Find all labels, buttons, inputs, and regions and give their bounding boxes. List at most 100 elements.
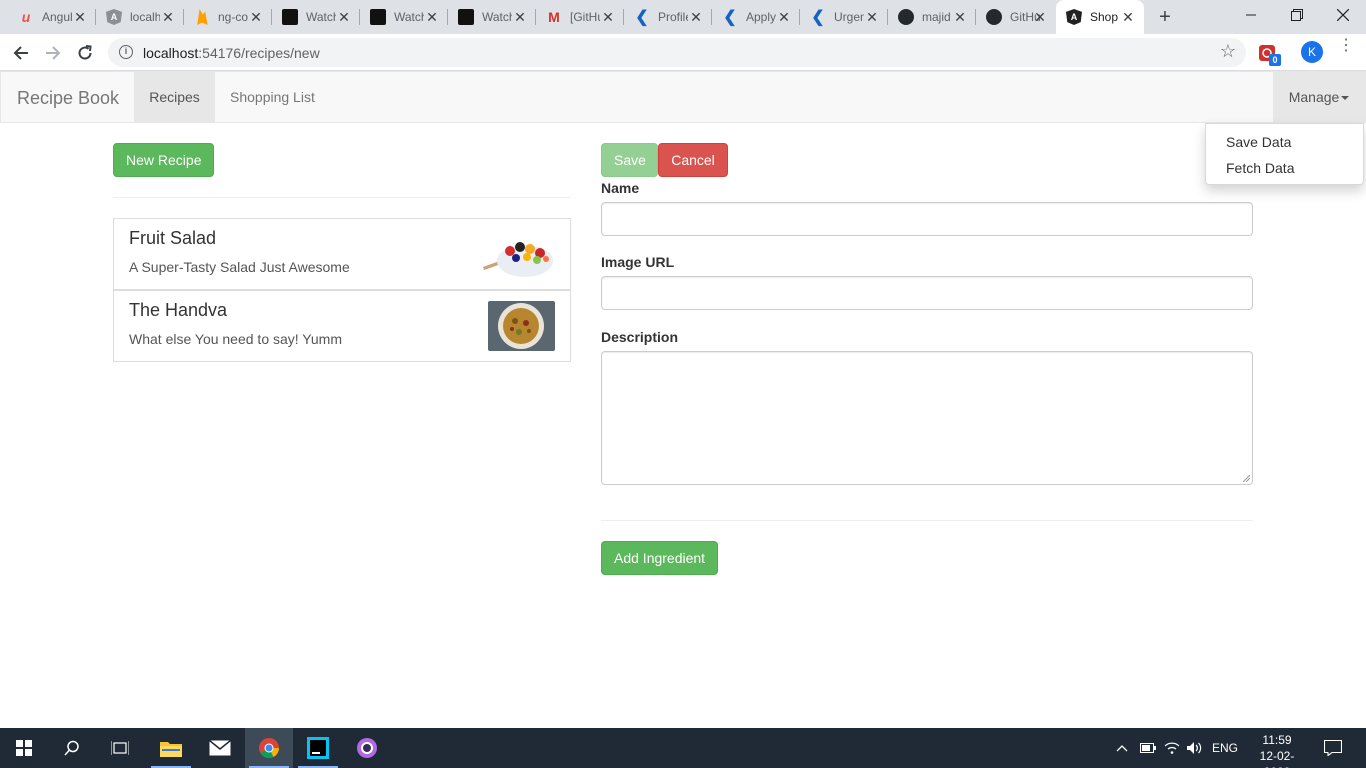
battery-icon <box>1140 743 1156 753</box>
resize-handle-icon[interactable] <box>1242 474 1250 482</box>
image-url-input[interactable] <box>601 276 1253 310</box>
start-button[interactable] <box>0 728 48 768</box>
browser-tab[interactable]: u Angular ✕ <box>8 0 96 34</box>
browser-tab[interactable]: majid ✕ <box>888 0 976 34</box>
recipe-name: Fruit Salad <box>129 228 217 248</box>
browser-tab[interactable]: ng-course ✕ <box>184 0 272 34</box>
star-icon[interactable]: ☆ <box>1220 41 1236 62</box>
firebase-icon <box>197 9 208 25</box>
url-text[interactable]: localhost:54176/recipes/new <box>143 45 320 61</box>
wifi-icon <box>1164 742 1180 754</box>
clock-date: 12-02-2020 <box>1259 749 1295 768</box>
reload-button[interactable] <box>72 40 98 66</box>
close-icon[interactable]: ✕ <box>72 9 88 25</box>
chrome-button[interactable] <box>245 728 293 768</box>
minimize-icon <box>1246 14 1256 16</box>
info-icon[interactable]: i <box>119 45 133 59</box>
close-icon[interactable]: ✕ <box>600 9 616 25</box>
recipe-item[interactable]: The Handva What else You need to say! Yu… <box>113 290 571 362</box>
app-icon <box>357 738 377 758</box>
tab-title: majid <box>922 10 951 24</box>
github-icon <box>986 9 1002 25</box>
webstorm-button[interactable] <box>294 728 342 768</box>
windows-icon <box>16 740 32 756</box>
close-icon[interactable]: ✕ <box>1120 9 1136 25</box>
language-indicator[interactable]: ENG <box>1212 728 1238 768</box>
restore-button[interactable] <box>1274 0 1320 30</box>
search-button[interactable] <box>48 728 96 768</box>
tab-title: ng-course <box>218 10 248 24</box>
close-icon[interactable]: ✕ <box>512 9 528 25</box>
close-icon[interactable]: ✕ <box>336 9 352 25</box>
close-icon[interactable]: ✕ <box>160 9 176 25</box>
cancel-button[interactable]: Cancel <box>658 143 728 177</box>
nav-shopping-list[interactable]: Shopping List <box>215 72 330 122</box>
close-icon[interactable]: ✕ <box>864 9 880 25</box>
network-indicator[interactable] <box>1164 728 1180 768</box>
app-button[interactable] <box>343 728 391 768</box>
name-input[interactable] <box>601 202 1253 236</box>
close-icon[interactable]: ✕ <box>248 9 264 25</box>
profile-avatar[interactable]: K <box>1301 41 1323 63</box>
close-icon[interactable]: ✕ <box>424 9 440 25</box>
save-data-item[interactable]: Save Data <box>1206 129 1363 155</box>
gmail-icon: M <box>548 9 560 25</box>
add-ingredient-button[interactable]: Add Ingredient <box>601 541 718 575</box>
divider <box>113 197 571 198</box>
battery-indicator[interactable] <box>1140 728 1156 768</box>
menu-icon[interactable]: ⋮ <box>1338 38 1354 61</box>
clock[interactable]: 11:59 12-02-2020 <box>1248 732 1306 768</box>
bracket-icon: ❮ <box>635 9 649 26</box>
close-icon[interactable]: ✕ <box>776 9 792 25</box>
divider <box>601 520 1253 521</box>
mail-button[interactable] <box>196 728 244 768</box>
browser-tab-active[interactable]: A Shop ✕ <box>1056 0 1144 34</box>
close-icon[interactable]: ✕ <box>1032 9 1048 25</box>
description-textarea[interactable] <box>601 351 1253 485</box>
description-label: Description <box>601 329 679 345</box>
manage-dropdown-menu: Save Data Fetch Data <box>1205 123 1364 185</box>
close-icon[interactable]: ✕ <box>952 9 968 25</box>
extension-button[interactable]: 0 <box>1258 42 1281 66</box>
chrome-icon <box>259 738 280 759</box>
browser-tab[interactable]: Watch ✕ <box>448 0 536 34</box>
recipe-item[interactable]: Fruit Salad A Super-Tasty Salad Just Awe… <box>113 218 571 290</box>
new-recipe-button[interactable]: New Recipe <box>113 143 214 177</box>
angular-icon: A <box>1066 9 1082 25</box>
volume-indicator[interactable] <box>1186 728 1204 768</box>
tab-title: Watch <box>306 10 336 24</box>
save-button[interactable]: Save <box>601 143 658 177</box>
tab-title: Urgent <box>834 10 864 24</box>
close-icon[interactable]: ✕ <box>688 9 704 25</box>
manage-dropdown-toggle[interactable]: Manage <box>1273 72 1365 122</box>
browser-tab[interactable]: ❮ Urgent ✕ <box>800 0 888 34</box>
task-view-button[interactable] <box>96 728 144 768</box>
browser-tab[interactable]: ❮ Profile ✕ <box>624 0 712 34</box>
address-bar[interactable]: i localhost:54176/recipes/new ☆ <box>108 38 1246 67</box>
back-button[interactable] <box>8 40 34 66</box>
browser-tab[interactable]: ❮ Apply ✕ <box>712 0 800 34</box>
minimize-button[interactable] <box>1228 0 1274 30</box>
browser-tab[interactable]: Watch ✕ <box>272 0 360 34</box>
tray-chevron[interactable] <box>1116 728 1128 768</box>
nav-recipes[interactable]: Recipes <box>134 72 215 122</box>
tab-title: Watch <box>482 10 512 24</box>
browser-tab[interactable]: M [GitHub] ✕ <box>536 0 624 34</box>
new-tab-button[interactable]: + <box>1155 7 1175 27</box>
browser-tab[interactable]: A localhost ✕ <box>96 0 184 34</box>
browser-tab[interactable]: Watch ✕ <box>360 0 448 34</box>
video-icon <box>458 9 474 25</box>
file-explorer-button[interactable] <box>147 728 195 768</box>
clock-time: 11:59 <box>1262 733 1292 747</box>
brand-link[interactable]: Recipe Book <box>17 88 119 109</box>
browser-tab[interactable]: GitHub ✕ <box>976 0 1056 34</box>
mail-icon <box>209 740 231 756</box>
fetch-data-item[interactable]: Fetch Data <box>1206 155 1363 181</box>
recipe-image <box>488 301 555 351</box>
caret-down-icon <box>1341 96 1350 101</box>
tab-title: [GitHub] <box>570 10 600 24</box>
forward-button[interactable] <box>40 40 66 66</box>
windows-taskbar: ENG 11:59 12-02-2020 <box>0 728 1366 768</box>
close-window-button[interactable] <box>1320 0 1366 30</box>
action-center-button[interactable] <box>1324 728 1342 768</box>
